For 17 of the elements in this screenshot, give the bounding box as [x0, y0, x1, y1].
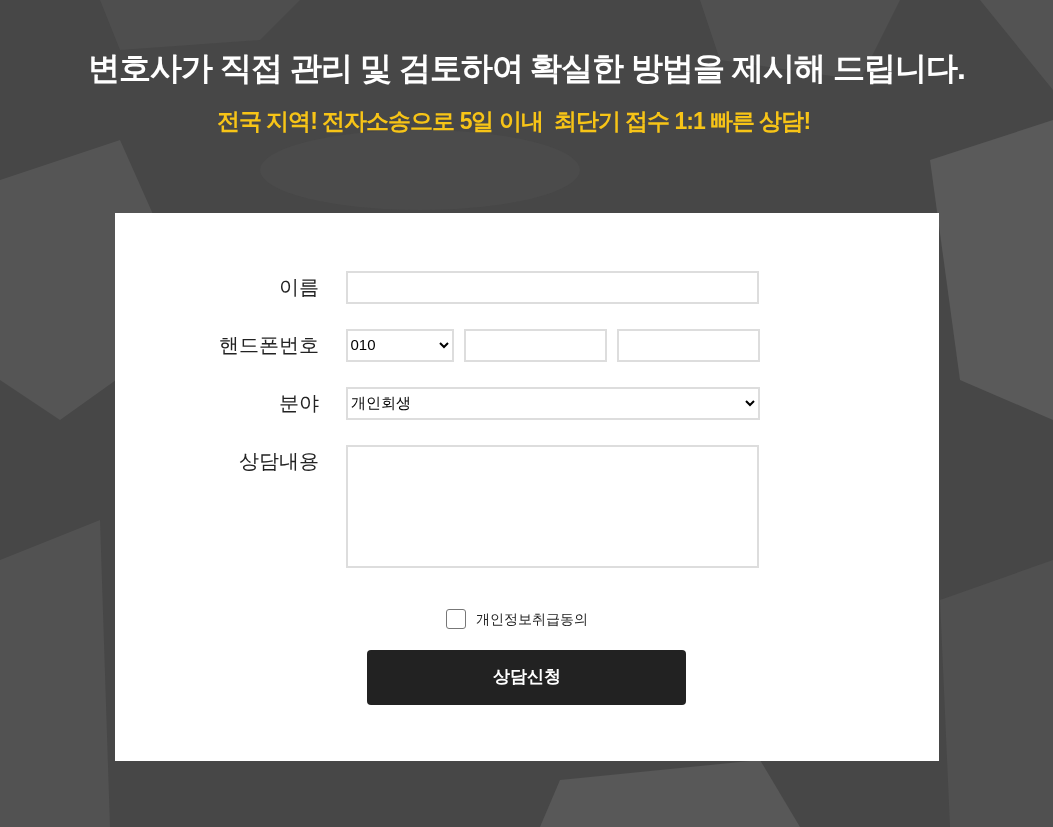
message-textarea[interactable]	[345, 444, 759, 568]
category-select[interactable]: 개인회생	[345, 386, 760, 420]
submit-button[interactable]: 상담신청	[367, 649, 686, 705]
chevron-icon	[744, 399, 755, 407]
field-label: 이름	[277, 274, 319, 300]
field-label: 상담내용	[237, 448, 319, 474]
field-label: 분야	[277, 390, 319, 416]
consent-label: 개인정보취급동의	[475, 609, 588, 629]
checkbox[interactable]	[445, 609, 466, 629]
name-input[interactable]	[345, 270, 759, 304]
subheading: 전국 지역! 전자소송으로 5일 이내 최단기 접수 1:1 빠른 상담!	[216, 107, 811, 136]
chevron-icon	[438, 341, 449, 349]
phone-input[interactable]	[616, 328, 760, 362]
prefix-select[interactable]: 010	[345, 328, 454, 362]
phone-input[interactable]	[463, 328, 607, 362]
heading: 변호사가 직접 관리 및 검토하여 확실한 방법을 제시해 드립니다.	[88, 49, 965, 88]
field-label: 핸드폰번호	[217, 332, 319, 358]
